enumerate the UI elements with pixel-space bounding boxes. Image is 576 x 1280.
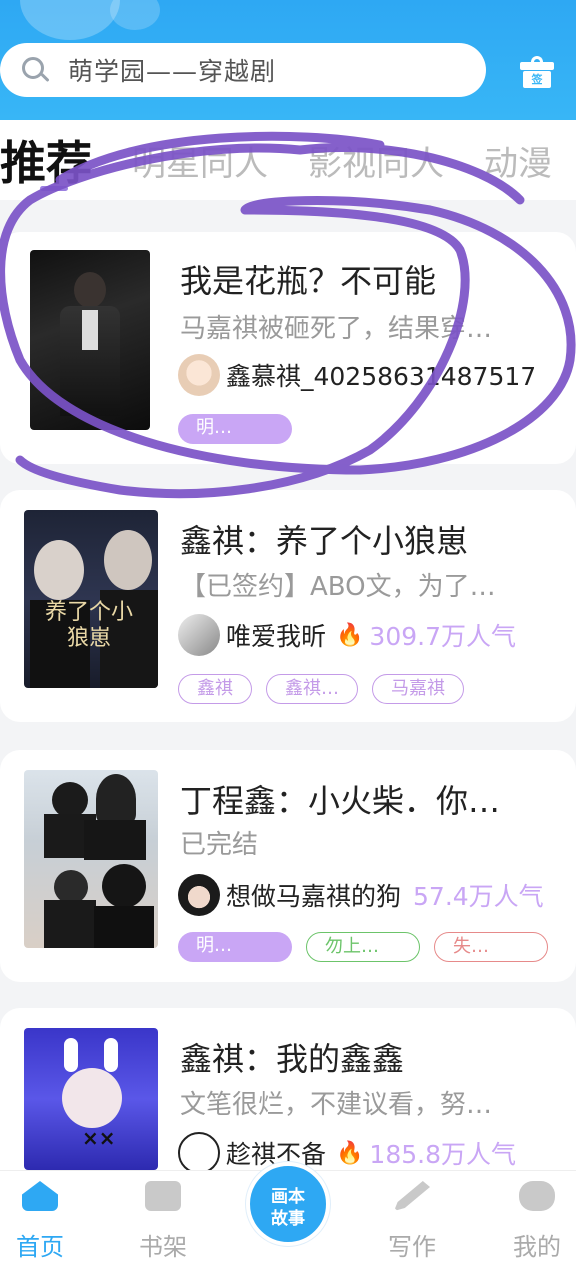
- author-avatar[interactable]: [178, 614, 220, 656]
- nav-shelf[interactable]: 书架: [123, 1181, 203, 1262]
- story-cover[interactable]: ××: [24, 1028, 158, 1170]
- story-tag[interactable]: 失…: [434, 932, 548, 962]
- author-avatar[interactable]: [178, 1132, 220, 1174]
- flame-icon: 🔥: [336, 622, 364, 648]
- nav-write-label: 写作: [388, 1233, 436, 1261]
- story-tag[interactable]: 马嘉祺: [372, 674, 464, 704]
- tab-anime[interactable]: 动漫: [484, 136, 552, 185]
- story-tag[interactable]: 鑫祺…: [266, 674, 358, 704]
- story-tag[interactable]: 鑫祺: [178, 674, 252, 704]
- cover-title: 养了个小狼崽: [44, 600, 133, 651]
- flame-icon: 🔥: [336, 1140, 364, 1166]
- author-name[interactable]: 想做马嘉祺的狗: [226, 877, 401, 913]
- nav-mine-label: 我的: [513, 1233, 561, 1261]
- story-cover[interactable]: [24, 770, 158, 948]
- home-icon: [22, 1181, 58, 1211]
- nav-mine[interactable]: 我的: [497, 1181, 576, 1262]
- search-bar[interactable]: 萌学园——穿越剧: [0, 43, 486, 97]
- author-row[interactable]: 唯爱我昕 🔥 309.7万人气: [178, 614, 516, 656]
- story-desc: 文笔很烂，不建议看，努…: [180, 1090, 493, 1120]
- bookshelf-icon: [145, 1181, 181, 1211]
- popularity-count: 57.4万人气: [413, 882, 544, 911]
- story-card[interactable]: 养了个小狼崽 鑫祺：养了个小狼崽 【已签约】ABO文，为了… 唯爱我昕 🔥 30…: [0, 490, 576, 722]
- search-input[interactable]: 萌学园——穿越剧: [68, 52, 276, 88]
- tab-film-fanfic[interactable]: 影视同人: [308, 136, 444, 185]
- story-cover[interactable]: [30, 250, 150, 430]
- story-title: 丁程鑫：小火柴．你…: [180, 782, 501, 820]
- author-name[interactable]: 唯爱我昕: [226, 617, 326, 653]
- nav-shelf-label: 书架: [139, 1233, 187, 1261]
- author-name[interactable]: 鑫慕祺_40258631487517: [226, 357, 536, 393]
- story-tag[interactable]: 明…: [178, 414, 292, 444]
- story-title: 鑫祺：养了个小狼崽: [180, 522, 469, 560]
- author-row[interactable]: 鑫慕祺_40258631487517: [178, 354, 536, 396]
- nav-write[interactable]: 写作: [372, 1181, 452, 1262]
- pen-icon: [394, 1181, 430, 1211]
- top-header: 萌学园——穿越剧 签: [0, 0, 576, 120]
- checkin-label: 签: [523, 71, 551, 88]
- decor-bubble: [20, 0, 120, 40]
- author-avatar[interactable]: [178, 874, 220, 916]
- tag-list: 明… 勿上… 失…: [178, 932, 548, 962]
- story-comic-button[interactable]: 画本 故事: [246, 1162, 330, 1246]
- story-tag[interactable]: 明…: [178, 932, 292, 962]
- author-avatar[interactable]: [178, 354, 220, 396]
- decor-bubble: [110, 0, 160, 30]
- checkin-gift-icon[interactable]: 签: [520, 56, 554, 88]
- popularity-count: 309.7万人气: [369, 622, 516, 651]
- story-desc: 【已签约】ABO文，为了…: [180, 572, 496, 602]
- story-tag[interactable]: 勿上…: [306, 932, 420, 962]
- popularity-count: 185.8万人气: [369, 1140, 516, 1169]
- author-row[interactable]: 趁祺不备 🔥 185.8万人气: [178, 1132, 516, 1174]
- center-label-line2: 故事: [271, 1209, 305, 1229]
- story-desc: 已完结: [180, 830, 259, 860]
- tab-recommend[interactable]: 推荐: [0, 127, 92, 193]
- tab-star-fanfic[interactable]: 明星同人: [132, 136, 268, 185]
- story-card[interactable]: ×× 鑫祺：我的鑫鑫 文笔很烂，不建议看，努… 趁祺不备 🔥 185.8万人气: [0, 1008, 576, 1174]
- author-row[interactable]: 想做马嘉祺的狗 57.4万人气: [178, 874, 544, 916]
- nav-home-label: 首页: [16, 1233, 64, 1261]
- tag-list: 鑫祺 鑫祺… 马嘉祺: [178, 674, 464, 704]
- search-icon: [18, 53, 52, 87]
- story-title: 鑫祺：我的鑫鑫: [180, 1040, 405, 1078]
- story-cover[interactable]: 养了个小狼崽: [24, 510, 158, 688]
- story-card[interactable]: 丁程鑫：小火柴．你… 已完结 想做马嘉祺的狗 57.4万人气 明… 勿上… 失…: [0, 750, 576, 982]
- chat-bubble-icon: [519, 1181, 555, 1211]
- nav-home[interactable]: 首页: [0, 1181, 80, 1262]
- tab-indicator: [40, 186, 68, 191]
- tag-list: 明…: [178, 414, 292, 444]
- story-desc: 马嘉祺被砸死了，结果穿…: [180, 314, 493, 344]
- center-label-line1: 画本: [271, 1187, 305, 1207]
- category-tabs: 推荐 明星同人 影视同人 动漫: [0, 120, 576, 200]
- story-card[interactable]: 我是花瓶？不可能 马嘉祺被砸死了，结果穿… 鑫慕祺_40258631487517…: [0, 232, 576, 464]
- story-title: 我是花瓶？不可能: [180, 262, 437, 300]
